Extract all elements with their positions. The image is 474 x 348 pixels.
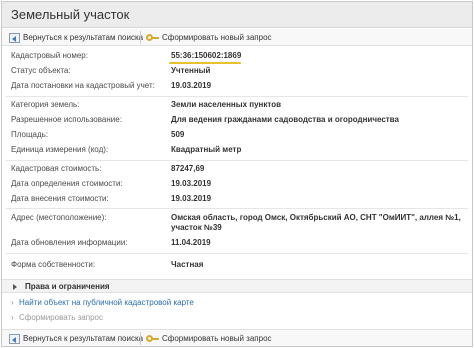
value-determination-date-value: 19.03.2019 xyxy=(171,179,212,188)
land-category-value: Земли населенных пунктов xyxy=(171,100,282,109)
form-request-label: Сформировать запрос xyxy=(19,313,103,322)
value-entry-date-value: 19.03.2019 xyxy=(171,194,212,203)
permitted-use-label: Разрешенное использование: xyxy=(11,115,122,124)
value-entry-date-label: Дата внесения стоимости: xyxy=(11,194,109,203)
toolbar-separator xyxy=(140,31,141,44)
page-title: Земельный участок xyxy=(11,7,130,22)
back-to-results-label: Вернуться к результатам поиска xyxy=(23,33,144,42)
field-address: Адрес (местоположение): Омская область, … xyxy=(11,213,466,235)
field-ownership-form: Форма собственности: Частная xyxy=(11,260,466,273)
new-request-label: Сформировать новый запрос xyxy=(162,334,272,343)
find-on-map-label: Найти объект на публичной кадастровой ка… xyxy=(19,298,194,307)
divider xyxy=(6,208,468,209)
field-value-entry-date: Дата внесения стоимости: 19.03.2019 xyxy=(11,194,466,207)
key-icon xyxy=(146,334,159,344)
back-to-results-button[interactable]: Вернуться к результатам поиска xyxy=(9,332,143,345)
field-status: Статус объекта: Учтенный xyxy=(11,66,466,79)
ownership-form-value: Частная xyxy=(171,260,204,269)
field-area: Площадь: 509 xyxy=(11,130,466,143)
back-to-results-label: Вернуться к результатам поиска xyxy=(23,334,144,343)
cadastral-number-highlight xyxy=(169,62,241,64)
find-on-map-link[interactable]: › Найти объект на публичной кадастровой к… xyxy=(11,298,194,310)
land-category-label: Категория земель: xyxy=(11,100,80,109)
status-value: Учтенный xyxy=(171,66,211,75)
field-permitted-use: Разрешенное использование: Для ведения г… xyxy=(11,115,466,128)
info-update-date-label: Дата обновления информации: xyxy=(11,238,128,247)
area-value: 509 xyxy=(171,130,185,139)
chevron-right-icon: › xyxy=(11,298,14,307)
permitted-use-value: Для ведения гражданами садоводства и ого… xyxy=(171,115,399,124)
land-plot-panel: Земельный участок Вернуться к результата… xyxy=(1,1,473,347)
divider xyxy=(6,96,468,97)
registration-date-label: Дата постановки на кадастровый учет: xyxy=(11,81,155,90)
cadastral-number-label: Кадастровый номер: xyxy=(11,51,88,60)
address-value: Омская область, город Омск, Октябрьский … xyxy=(171,213,461,232)
back-arrow-icon xyxy=(9,32,20,43)
field-info-update-date: Дата обновления информации: 11.04.2019 xyxy=(11,238,466,251)
chevron-right-icon: › xyxy=(11,313,14,322)
toolbar-separator xyxy=(140,332,141,345)
key-icon xyxy=(146,33,159,43)
field-unit: Единица измерения (код): Квадратный метр xyxy=(11,145,466,158)
form-request-link[interactable]: › Сформировать запрос xyxy=(11,313,103,325)
info-update-date-value: 11.04.2019 xyxy=(171,238,211,247)
new-request-button[interactable]: Сформировать новый запрос xyxy=(146,31,272,44)
title-bar: Земельный участок xyxy=(2,2,472,28)
cadastral-value-label: Кадастровая стоимость: xyxy=(11,164,102,173)
back-to-results-button[interactable]: Вернуться к результатам поиска xyxy=(9,31,143,44)
field-land-category: Категория земель: Земли населенных пункт… xyxy=(11,100,466,113)
field-cadastral-value: Кадастровая стоимость: 87247,69 xyxy=(11,164,466,177)
rights-and-restrictions-label: Права и ограничения xyxy=(25,282,110,291)
new-request-label: Сформировать новый запрос xyxy=(162,33,272,42)
cadastral-number-value: 55:36:150602:1869 xyxy=(171,51,242,60)
top-toolbar: Вернуться к результатам поиска Сформиров… xyxy=(2,29,472,46)
rights-and-restrictions-toggle[interactable]: Права и ограничения xyxy=(2,279,472,293)
triangle-right-icon xyxy=(13,284,17,290)
ownership-form-label: Форма собственности: xyxy=(11,260,96,269)
back-arrow-icon xyxy=(9,333,20,344)
field-registration-date: Дата постановки на кадастровый учет: 19.… xyxy=(11,81,466,94)
registration-date-value: 19.03.2019 xyxy=(171,81,212,90)
address-label: Адрес (местоположение): xyxy=(11,213,107,222)
divider xyxy=(6,160,468,161)
value-determination-date-label: Дата определения стоимости: xyxy=(11,179,123,188)
field-value-determination-date: Дата определения стоимости: 19.03.2019 xyxy=(11,179,466,192)
cadastral-value-value: 87247,69 xyxy=(171,164,205,173)
new-request-button[interactable]: Сформировать новый запрос xyxy=(146,332,272,345)
bottom-toolbar: Вернуться к результатам поиска Сформиров… xyxy=(2,329,472,346)
status-label: Статус объекта: xyxy=(11,66,71,75)
unit-label: Единица измерения (код): xyxy=(11,145,109,154)
area-label: Площадь: xyxy=(11,130,49,139)
divider xyxy=(6,253,468,254)
unit-value: Квадратный метр xyxy=(171,145,242,154)
